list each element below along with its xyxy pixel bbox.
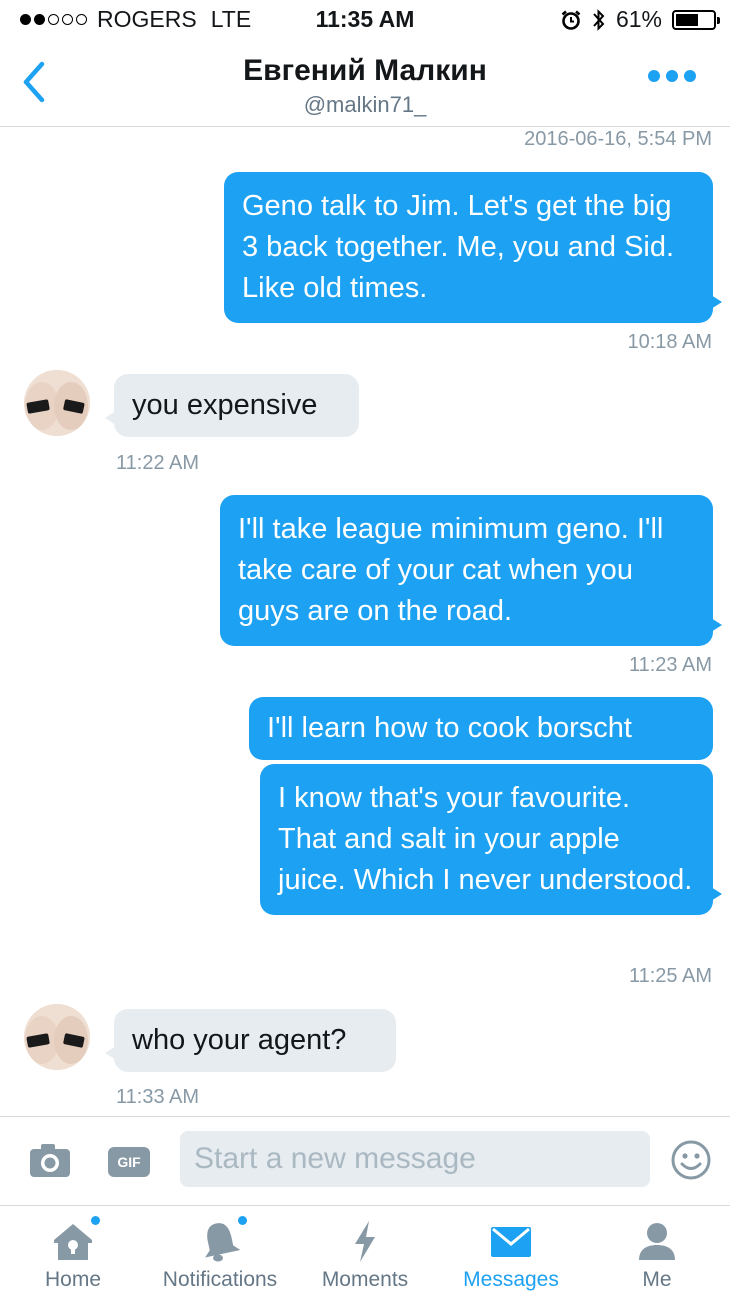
tab-label: Notifications <box>162 1268 278 1291</box>
avatar-image <box>24 370 90 436</box>
alarm-icon <box>561 10 581 30</box>
message-time: 11:22 AM <box>116 452 200 474</box>
tab-bar: Home Notifications Moments Messages Me <box>0 1205 730 1299</box>
gif-button[interactable]: GIF <box>108 1147 150 1177</box>
tab-label: Me <box>642 1268 672 1291</box>
status-bar: ROGERS LTE 11:35 AM 61% <box>0 0 730 40</box>
conversation-header: Евгений Малкин @malkin71_ <box>0 40 730 127</box>
contact-handle: @malkin71_ <box>303 92 427 117</box>
battery-icon <box>672 9 720 30</box>
message-time: 11:25 AM <box>628 965 712 987</box>
bluetooth-icon <box>593 8 605 31</box>
avatar[interactable] <box>24 370 90 436</box>
received-message[interactable]: you expensive <box>105 374 359 437</box>
tab-label: Home <box>44 1268 102 1291</box>
contact-name: Евгений Малкин <box>243 54 487 87</box>
envelope-icon <box>491 1227 531 1257</box>
tab-label: Moments <box>321 1268 409 1291</box>
lightning-icon <box>355 1221 375 1262</box>
emoji-icon[interactable] <box>670 1139 712 1181</box>
home-icon <box>54 1224 92 1260</box>
more-options-icon[interactable] <box>648 70 696 82</box>
tab-messages[interactable]: Messages <box>455 1206 567 1299</box>
notification-badge <box>238 1216 247 1225</box>
tab-notifications[interactable]: Notifications <box>155 1206 285 1299</box>
sent-message[interactable]: I'll take league minimum geno. I'll take… <box>220 495 722 646</box>
message-input[interactable] <box>180 1131 650 1187</box>
sent-message[interactable]: Geno talk to Jim. Let's get the big 3 ba… <box>224 172 722 323</box>
person-icon <box>639 1223 675 1260</box>
avatar-image <box>24 1004 90 1070</box>
message-time: 11:33 AM <box>116 1086 200 1108</box>
avatar[interactable] <box>24 1004 90 1070</box>
notification-badge <box>91 1216 100 1225</box>
tab-home[interactable]: Home <box>33 1206 113 1299</box>
tab-me[interactable]: Me <box>617 1206 697 1299</box>
sent-message[interactable]: I'll learn how to cook borscht <box>249 697 713 760</box>
message-time: 11:23 AM <box>628 654 712 676</box>
received-message[interactable]: who your agent? <box>105 1009 396 1072</box>
camera-icon[interactable] <box>28 1141 72 1179</box>
tab-moments[interactable]: Moments <box>315 1206 415 1299</box>
bell-icon <box>205 1223 241 1262</box>
conversation-date: 2016-06-16, 5:54 PM <box>524 128 712 150</box>
tab-label: Messages <box>463 1268 559 1291</box>
message-time: 10:18 AM <box>627 331 712 353</box>
battery-percent: 61% <box>615 6 662 32</box>
message-composer: GIF <box>0 1116 730 1205</box>
sent-message[interactable]: I know that's your favourite. That and s… <box>260 764 722 915</box>
